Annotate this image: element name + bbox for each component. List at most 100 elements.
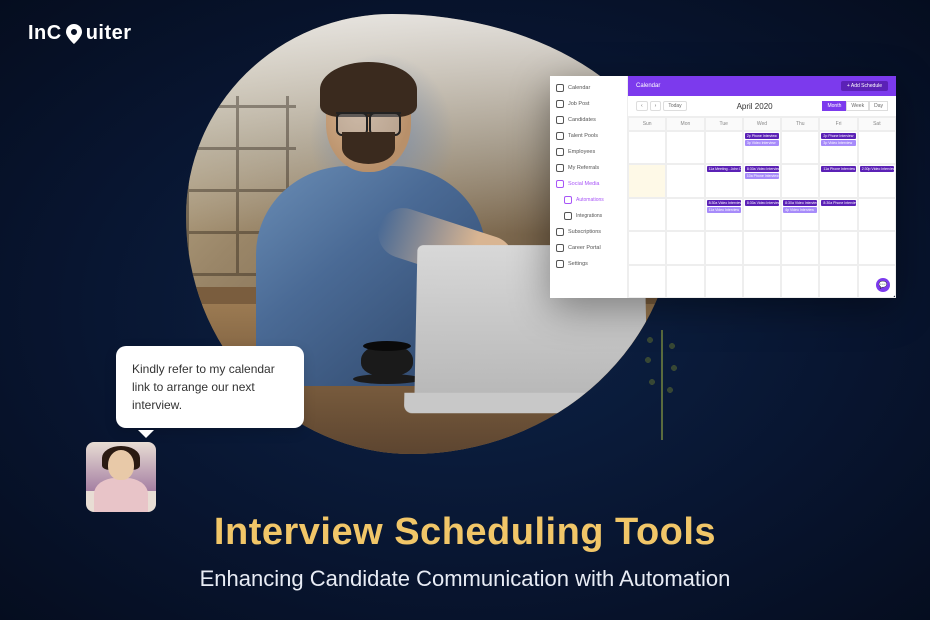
calendar-topbar-label: Calendar bbox=[636, 83, 660, 89]
calendar-cell[interactable]: 2p Phone Interview3p Video Interview bbox=[743, 131, 781, 164]
speech-bubble: Kindly refer to my calendar link to arra… bbox=[116, 346, 304, 428]
calendar-event[interactable]: 8:30a Video Interview bbox=[745, 200, 779, 206]
calendar-sidebar: Calendar Job Post Candidates Talent Pools Em… bbox=[550, 76, 628, 298]
sidebar-item-job-post[interactable]: Job Post bbox=[550, 96, 627, 112]
sidebar-item-candidates[interactable]: Candidates bbox=[550, 112, 627, 128]
sidebar-item-label: Talent Pools bbox=[568, 133, 598, 139]
calendar-cell[interactable] bbox=[705, 131, 743, 164]
calendar-icon bbox=[556, 84, 564, 92]
calendar-cell[interactable] bbox=[628, 164, 666, 197]
sidebar-item-calendar[interactable]: Calendar bbox=[550, 80, 627, 96]
calendar-next-button[interactable]: › bbox=[650, 101, 662, 111]
calendar-cell[interactable] bbox=[858, 231, 896, 264]
briefcase-icon bbox=[556, 100, 564, 108]
calendar-day-header: Tue bbox=[705, 117, 743, 131]
view-week-button[interactable]: Week bbox=[846, 101, 869, 111]
calendar-cell[interactable] bbox=[781, 231, 819, 264]
calendar-prev-button[interactable]: ‹ bbox=[636, 101, 648, 111]
calendar-cell[interactable] bbox=[858, 131, 896, 164]
calendar-event[interactable]: 2:30p Video Interview bbox=[860, 166, 894, 172]
calendar-event[interactable]: 11a Meeting - John Do bbox=[707, 166, 741, 172]
calendar-cell[interactable] bbox=[666, 198, 704, 231]
sidebar-item-automations[interactable]: Automations bbox=[550, 192, 627, 208]
plug-icon bbox=[564, 212, 572, 220]
sidebar-item-career-portal[interactable]: Career Portal bbox=[550, 240, 627, 256]
calendar-cell[interactable]: 11a Phone Interview bbox=[819, 164, 857, 197]
calendar-cell[interactable] bbox=[858, 198, 896, 231]
logo-pin-icon bbox=[66, 24, 82, 44]
calendar-day-header: Thu bbox=[781, 117, 819, 131]
sidebar-item-settings[interactable]: Settings bbox=[550, 256, 627, 272]
calendar-cell[interactable]: 2:30p Video Interview bbox=[858, 164, 896, 197]
sidebar-item-integrations[interactable]: Integrations bbox=[550, 208, 627, 224]
view-day-button[interactable]: Day bbox=[869, 101, 888, 111]
calendar-event[interactable]: 8:30a Video Interview bbox=[707, 200, 741, 206]
share-icon bbox=[556, 164, 564, 172]
calendar-cell[interactable]: 8:30a Phone Interview bbox=[819, 198, 857, 231]
calendar-event[interactable]: 4p Video Interview bbox=[783, 207, 817, 213]
globe-icon bbox=[556, 244, 564, 252]
view-month-button[interactable]: Month bbox=[822, 101, 846, 111]
add-schedule-button[interactable]: + Add Schedule bbox=[841, 81, 888, 91]
sidebar-item-subscriptions[interactable]: Subscriptions bbox=[550, 224, 627, 240]
calendar-event[interactable]: 8:30a Video Interview bbox=[783, 200, 817, 206]
calendar-cell[interactable] bbox=[628, 198, 666, 231]
calendar-cell[interactable]: 8:30a Video Interview bbox=[743, 198, 781, 231]
bolt-icon bbox=[564, 196, 572, 204]
calendar-cell[interactable] bbox=[666, 131, 704, 164]
sidebar-item-my-referrals[interactable]: My Referrals bbox=[550, 160, 627, 176]
calendar-cell[interactable] bbox=[819, 231, 857, 264]
calendar-cell[interactable] bbox=[743, 265, 781, 298]
calendar-cell[interactable] bbox=[628, 265, 666, 298]
calendar-cell[interactable] bbox=[705, 231, 743, 264]
calendar-grid: SunMonTueWedThuFriSat2p Phone Interview3… bbox=[628, 117, 896, 298]
calendar-month-title: April 2020 bbox=[737, 102, 773, 111]
calendar-today-button[interactable]: Today bbox=[663, 101, 686, 111]
brand-text-pre: InC bbox=[28, 22, 62, 45]
calendar-cell[interactable] bbox=[781, 131, 819, 164]
sidebar-item-label: Job Post bbox=[568, 101, 589, 107]
sidebar-item-label: Social Media bbox=[568, 181, 600, 187]
calendar-cell[interactable]: 11a Meeting - John Do bbox=[705, 164, 743, 197]
sidebar-item-employees[interactable]: Employees bbox=[550, 144, 627, 160]
calendar-day-header: Sun bbox=[628, 117, 666, 131]
sidebar-item-label: Candidates bbox=[568, 117, 596, 123]
calendar-event[interactable]: 2p Phone Interview bbox=[821, 133, 855, 139]
calendar-event[interactable]: 10a Phone Interview bbox=[745, 173, 779, 179]
calendar-header: ‹ › Today April 2020 Month Week Day bbox=[628, 96, 896, 117]
calendar-day-header: Mon bbox=[666, 117, 704, 131]
database-icon bbox=[556, 132, 564, 140]
calendar-event[interactable]: 3p Video Interview bbox=[745, 140, 779, 146]
calendar-cell[interactable] bbox=[628, 131, 666, 164]
calendar-cell[interactable] bbox=[781, 265, 819, 298]
calendar-cell[interactable]: 8:30a Video Interview11a Video Interview bbox=[705, 198, 743, 231]
calendar-day-header: Fri bbox=[819, 117, 857, 131]
calendar-event[interactable]: 3p Video Interview bbox=[821, 140, 855, 146]
calendar-event[interactable]: 11a Video Interview bbox=[707, 207, 741, 213]
calendar-day-header: Wed bbox=[743, 117, 781, 131]
calendar-cell[interactable] bbox=[819, 265, 857, 298]
chat-fab-icon[interactable]: 💬 bbox=[876, 278, 890, 292]
calendar-cell[interactable] bbox=[666, 231, 704, 264]
sidebar-item-social-media[interactable]: Social Media bbox=[550, 176, 627, 192]
calendar-cell[interactable] bbox=[705, 265, 743, 298]
calendar-cell[interactable]: 8:30a Video Interview4p Video Interview bbox=[781, 198, 819, 231]
calendar-cell[interactable] bbox=[666, 265, 704, 298]
calendar-event[interactable]: 2p Phone Interview bbox=[745, 133, 779, 139]
sidebar-item-label: My Referrals bbox=[568, 165, 599, 171]
sidebar-item-talent-pools[interactable]: Talent Pools bbox=[550, 128, 627, 144]
calendar-cell[interactable] bbox=[628, 231, 666, 264]
calendar-cell[interactable]: 2p Phone Interview3p Video Interview bbox=[819, 131, 857, 164]
calendar-event[interactable]: 11a Phone Interview bbox=[821, 166, 855, 172]
calendar-cell[interactable] bbox=[743, 231, 781, 264]
calendar-cell[interactable] bbox=[781, 164, 819, 197]
calendar-event[interactable]: 8:30a Phone Interview bbox=[821, 200, 855, 206]
calendar-cell[interactable] bbox=[666, 164, 704, 197]
calendar-widget: Calendar Job Post Candidates Talent Pools Em… bbox=[550, 76, 896, 298]
calendar-event[interactable]: 8:30a Video Interview bbox=[745, 166, 779, 172]
sidebar-item-label: Automations bbox=[576, 197, 604, 203]
brand-text-post: uiter bbox=[86, 22, 132, 45]
calendar-cell[interactable]: 8:30a Video Interview10a Phone Interview bbox=[743, 164, 781, 197]
sidebar-item-label: Career Portal bbox=[568, 245, 601, 251]
sidebar-item-label: Settings bbox=[568, 261, 588, 267]
